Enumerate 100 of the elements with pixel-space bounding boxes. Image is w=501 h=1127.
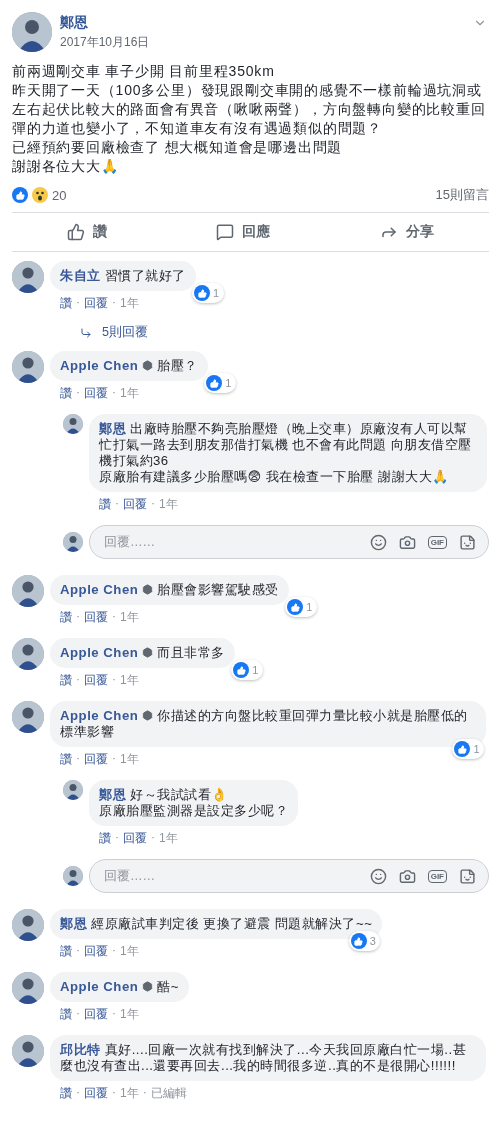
comment-meta: 1年 xyxy=(120,1006,139,1023)
comment-action[interactable]: 讚 xyxy=(99,496,111,513)
gif-icon[interactable]: GIF xyxy=(427,869,447,883)
comment-action[interactable]: 回覆 xyxy=(84,609,108,626)
comment-text: 鄭恩 好～我試試看👌 原廠胎壓監測器是設定多少呢？ xyxy=(89,780,298,826)
separator: · xyxy=(76,943,80,959)
like-icon xyxy=(194,285,211,301)
avatar[interactable] xyxy=(12,12,52,52)
author-name[interactable]: 鄭恩 xyxy=(60,13,150,32)
comment-action[interactable]: 回覆 xyxy=(84,943,108,960)
comment-text: 邱比特 真好....回廠一次就有找到解決了...今天我回原廠白忙一場..甚麼也沒有查出...還要再回去...我的時間很多逆..真的不是很開心!!!!!! xyxy=(50,1035,486,1081)
like-icon xyxy=(233,662,250,678)
avatar[interactable] xyxy=(12,261,44,293)
like-icon xyxy=(350,933,367,949)
comment-meta: 1年 xyxy=(120,295,139,312)
separator: · xyxy=(76,1085,80,1101)
separator: · xyxy=(112,672,116,688)
emoji-icon[interactable] xyxy=(369,867,387,885)
comment-meta: 1年 xyxy=(120,385,139,402)
avatar[interactable] xyxy=(12,575,44,607)
separator: · xyxy=(112,385,116,401)
comment-meta: 已編輯 xyxy=(150,1085,187,1102)
comment-action[interactable]: 讚 xyxy=(60,295,72,312)
separator: · xyxy=(112,609,116,625)
comment-action[interactable]: 回覆 xyxy=(84,1006,108,1023)
comment-action[interactable]: 讚 xyxy=(60,1006,72,1023)
separator: · xyxy=(76,295,80,311)
separator: · xyxy=(112,943,116,959)
post-text: 已經預約要回廠檢查了 想大概知道會是哪邊出問題 xyxy=(12,138,344,157)
avatar[interactable] xyxy=(63,414,83,434)
separator: · xyxy=(151,830,155,846)
like-icon xyxy=(454,741,471,757)
replies-link[interactable]: 5則回覆 xyxy=(80,324,489,341)
reply-field[interactable]: 回覆…… GIF xyxy=(89,859,489,893)
camera-icon[interactable] xyxy=(398,867,416,885)
separator: · xyxy=(112,1006,116,1022)
avatar[interactable] xyxy=(63,532,83,552)
separator: · xyxy=(76,751,80,767)
comment-action[interactable]: 讚 xyxy=(99,830,111,847)
comment-meta: 1年 xyxy=(120,672,139,689)
comment-text: 鄭恩 出廠時胎壓不夠亮胎壓燈（晚上交車）原廠沒有人可以幫忙打氣一路去到朋友那借打氣機 也不會有此問題 向朋友借空壓機打氣約36 原廠胎有建議多少胎壓嗎😨 我在檢查一下胎壓 謝謝大大🙏 xyxy=(89,414,487,492)
post-date[interactable]: 2017年10月16日 xyxy=(60,33,150,51)
separator: · xyxy=(76,1006,80,1022)
comment-action[interactable]: 回覆 xyxy=(84,751,108,768)
avatar[interactable] xyxy=(63,866,83,886)
comment-action[interactable]: 回覆 xyxy=(84,672,108,689)
separator: · xyxy=(76,385,80,401)
comment-meta: 1年 xyxy=(120,1085,139,1102)
post-text: 前兩週剛交車 車子少開 目前里程350km xyxy=(12,62,276,81)
separator: · xyxy=(112,1085,116,1101)
separator: · xyxy=(76,672,80,688)
post-action-button[interactable]: 回應 xyxy=(210,221,277,243)
comment-action[interactable]: 讚 xyxy=(60,609,72,626)
comment-meta: 1年 xyxy=(120,609,139,626)
comment-action[interactable]: 回覆 xyxy=(84,385,108,402)
post-action-button[interactable]: 讚 xyxy=(60,221,113,243)
comment-text: Apple Chen 酷~ xyxy=(50,972,189,1002)
sticker-icon[interactable] xyxy=(459,867,476,885)
avatar[interactable] xyxy=(12,701,44,733)
separator: · xyxy=(151,496,155,512)
sticker-icon[interactable] xyxy=(459,533,476,551)
comment-action[interactable]: 讚 xyxy=(60,943,72,960)
comment-meta: 1年 xyxy=(159,830,178,847)
post-text: 昨天開了一天（100多公里）發現跟剛交車開的感覺不一樣前輪過坑洞或左右起伏比較大的路面會有異音（啾啾兩聲），方向盤轉向變的比較重回彈的力道也變小了，不知道車友有沒有遇過類似的問題？ xyxy=(12,81,487,138)
emoji-icon[interactable] xyxy=(369,533,387,551)
comment-count[interactable]: 15則留言 xyxy=(435,186,489,204)
thumbs-up-icon xyxy=(66,223,85,241)
reply-arrow-icon xyxy=(80,326,92,339)
comment-action[interactable]: 回覆 xyxy=(123,830,147,847)
separator: · xyxy=(115,496,119,512)
comment-meta: 1年 xyxy=(159,496,178,513)
post-text: 謝謝各位大大🙏 xyxy=(12,157,120,176)
comment-action[interactable]: 讚 xyxy=(60,1085,72,1102)
separator: · xyxy=(76,609,80,625)
like-icon xyxy=(287,599,304,615)
post-action-button[interactable]: 分享 xyxy=(374,221,441,243)
camera-icon[interactable] xyxy=(398,533,416,551)
comment-action[interactable]: 讚 xyxy=(60,751,72,768)
separator: · xyxy=(112,751,116,767)
comment-action[interactable]: 回覆 xyxy=(84,295,108,312)
separator: · xyxy=(112,295,116,311)
gif-icon[interactable]: GIF xyxy=(427,535,447,549)
comment-action[interactable]: 回覆 xyxy=(84,1085,108,1102)
wow-face-icon xyxy=(32,187,48,203)
avatar[interactable] xyxy=(12,909,44,941)
comment-meta: 1年 xyxy=(120,943,139,960)
comment-action[interactable]: 回覆 xyxy=(123,496,147,513)
avatar[interactable] xyxy=(63,780,83,800)
comment-icon xyxy=(216,223,235,241)
separator: · xyxy=(142,1085,147,1101)
avatar[interactable] xyxy=(12,638,44,670)
like-icon xyxy=(12,187,28,203)
avatar[interactable] xyxy=(12,972,44,1004)
comment-action[interactable]: 讚 xyxy=(60,385,72,402)
avatar[interactable] xyxy=(12,1035,44,1067)
avatar[interactable] xyxy=(12,351,44,383)
comment-meta: 1年 xyxy=(120,751,139,768)
reply-field[interactable]: 回覆…… GIF xyxy=(89,525,489,559)
comment-action[interactable]: 讚 xyxy=(60,672,72,689)
reaction-count[interactable]: 20 xyxy=(52,187,67,203)
